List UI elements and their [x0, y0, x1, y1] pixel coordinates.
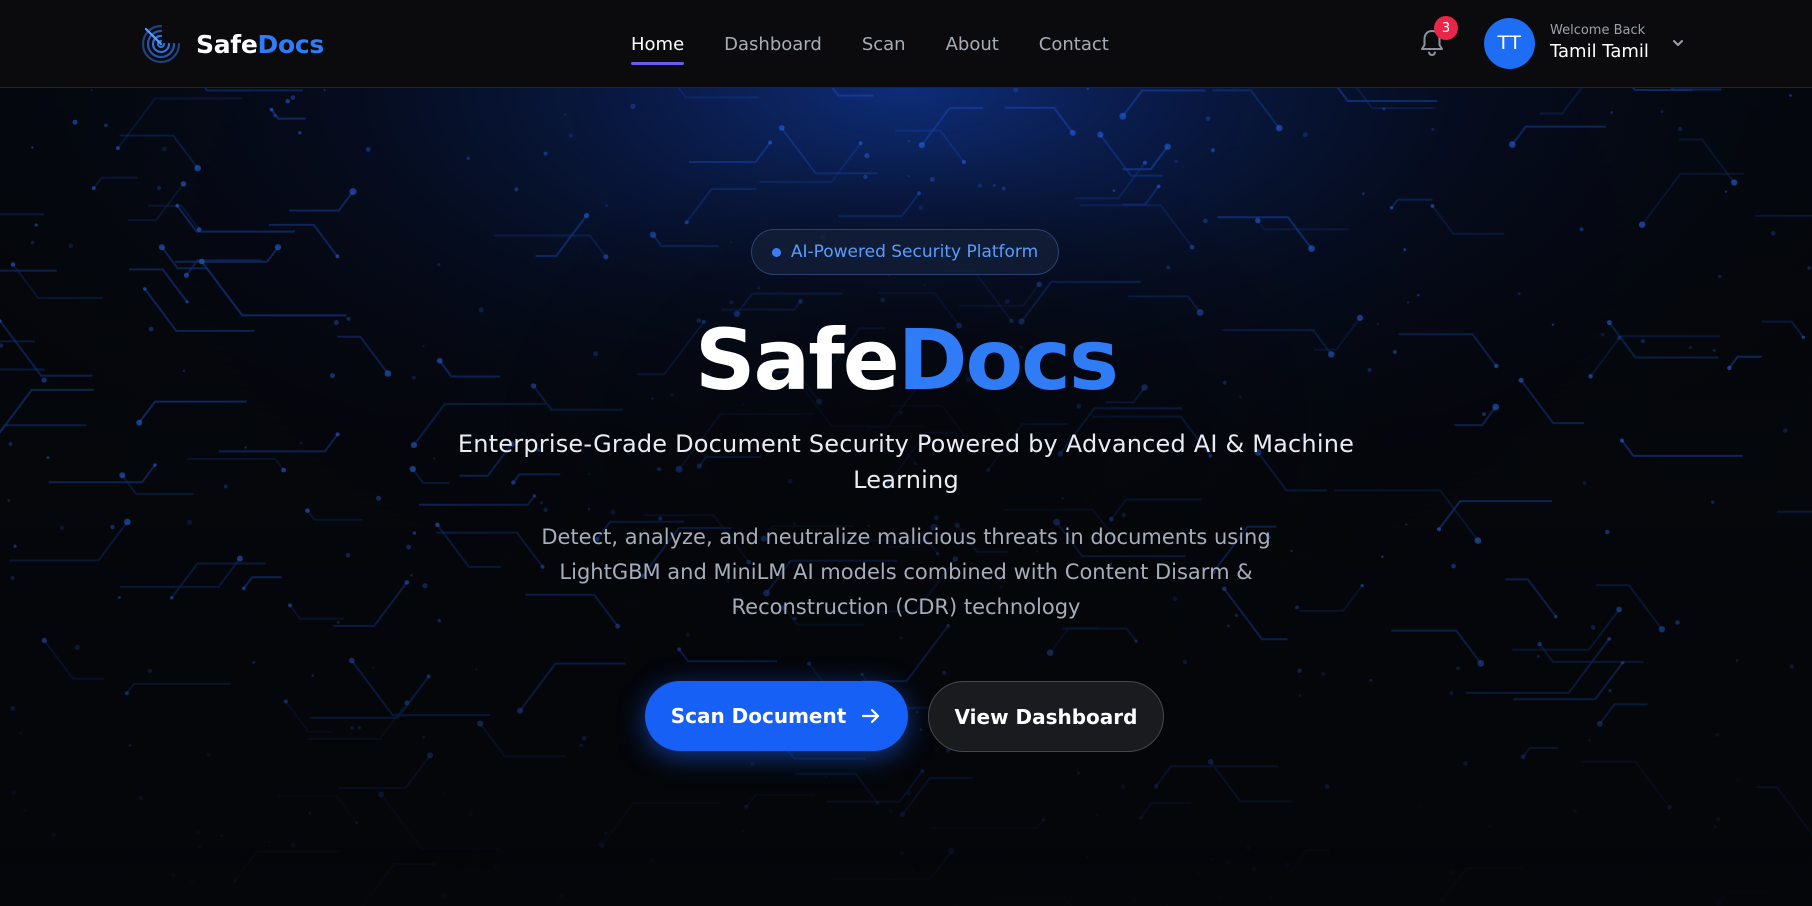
brand-name: SafeDocs	[196, 30, 324, 59]
user-info: Welcome Back Tamil Tamil	[1550, 23, 1649, 63]
hero-title: SafeDocs	[0, 310, 1812, 410]
nav-item-about[interactable]: About	[946, 28, 999, 61]
avatar: TT	[1484, 17, 1535, 69]
top-navbar: SafeDocs Home Dashboard Scan About Conta…	[0, 0, 1812, 88]
welcome-label: Welcome Back	[1550, 23, 1646, 38]
platform-tag-text: AI-Powered Security Platform	[790, 242, 1039, 262]
hero-subtitle: Enterprise-Grade Document Security Power…	[457, 430, 1355, 494]
scan-document-button[interactable]: Scan Document	[645, 681, 908, 751]
platform-tag: AI-Powered Security Platform	[751, 229, 1059, 275]
hero-title-part2: Docs	[897, 311, 1119, 409]
scan-document-label: Scan Document	[670, 704, 847, 728]
main-nav: Home Dashboard Scan About Contact	[631, 0, 1109, 88]
brand-logo-link[interactable]: SafeDocs	[140, 24, 324, 64]
nav-item-home[interactable]: Home	[631, 28, 685, 65]
notification-count-badge: 3	[1434, 16, 1458, 40]
brand-name-part2: Docs	[257, 29, 325, 59]
hero-title-part1: Safe	[695, 311, 900, 409]
hero-description: Detect, analyze, and neutralize maliciou…	[541, 525, 1271, 619]
chevron-down-icon[interactable]	[1671, 36, 1685, 50]
hero-section: AI-Powered Security Platform SafeDocs En…	[0, 88, 1812, 906]
arrow-right-icon	[862, 708, 880, 724]
radar-logo-icon	[141, 24, 181, 64]
status-dot-icon	[771, 247, 781, 257]
nav-item-scan[interactable]: Scan	[862, 28, 906, 61]
user-name: Tamil Tamil	[1550, 41, 1649, 62]
view-dashboard-button[interactable]: View Dashboard	[928, 681, 1164, 752]
nav-item-contact[interactable]: Contact	[1039, 28, 1109, 61]
user-menu[interactable]: TT Welcome Back Tamil Tamil	[1484, 17, 1685, 69]
brand-name-part1: Safe	[196, 29, 258, 59]
nav-item-dashboard[interactable]: Dashboard	[724, 28, 822, 61]
page: SafeDocs Home Dashboard Scan About Conta…	[0, 0, 1812, 906]
